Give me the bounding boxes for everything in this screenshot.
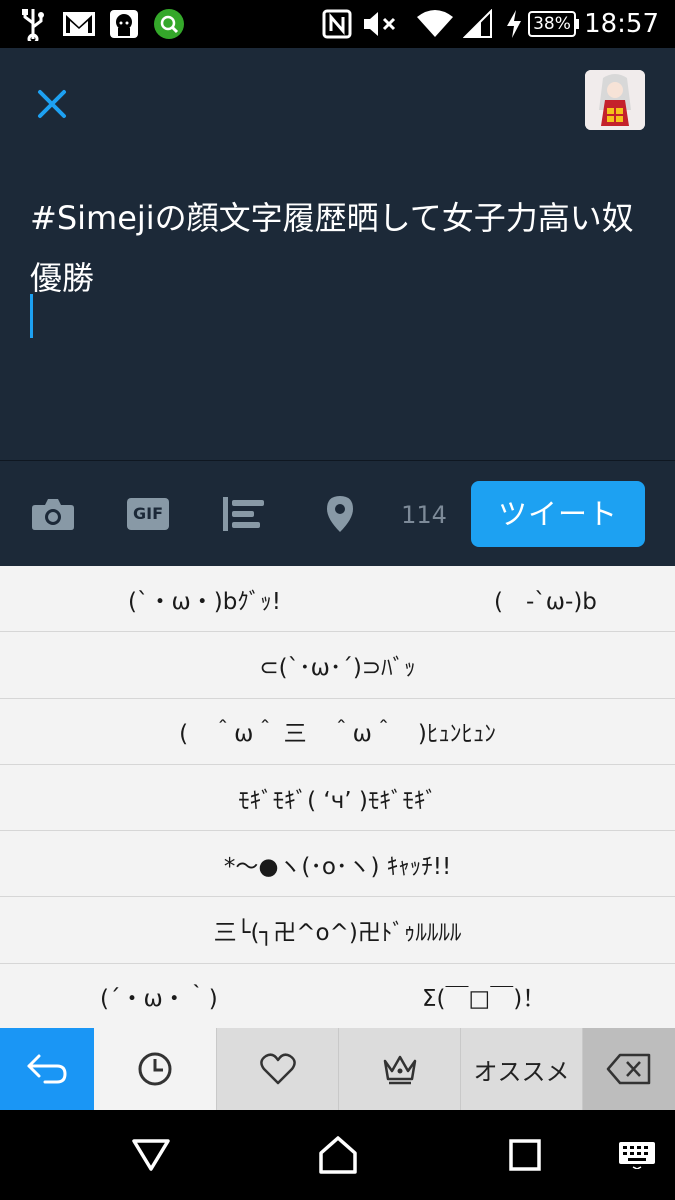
search-app-icon xyxy=(152,6,186,42)
camera-button[interactable] xyxy=(30,491,76,537)
poll-icon xyxy=(223,497,264,531)
list-item: 三└(┐卍^o^)卍ﾄﾞｩﾙﾙﾙﾙ xyxy=(0,897,675,964)
tweet-compose-area: #Simejiの顔文字履歴晒して女子力高い奴優勝 xyxy=(0,48,675,460)
tab-history[interactable] xyxy=(94,1028,216,1110)
wifi-icon xyxy=(416,6,454,42)
kaomoji-item[interactable]: *〜●ヽ(･o･ヽ) ｷｬｯﾁ!! xyxy=(224,847,451,881)
camera-icon xyxy=(32,499,74,530)
list-item: *〜●ヽ(･o･ヽ) ｷｬｯﾁ!! xyxy=(0,831,675,898)
avatar-image xyxy=(585,70,645,130)
tab-osusume[interactable]: オススメ xyxy=(460,1028,582,1110)
kaomoji-item[interactable]: (´・ω・｀) xyxy=(100,979,218,1013)
battery-percent: 38% xyxy=(533,14,571,34)
tweet-button[interactable]: ツイート xyxy=(471,481,645,547)
clock-time: 18:57 xyxy=(584,9,659,39)
backspace-button[interactable] xyxy=(582,1028,675,1110)
recents-icon xyxy=(509,1139,541,1171)
tweet-text-input[interactable]: #Simejiの顔文字履歴晒して女子力高い奴優勝 xyxy=(30,188,640,308)
keyboard-icon xyxy=(619,1142,655,1169)
home-icon xyxy=(319,1136,357,1174)
text-cursor xyxy=(30,294,33,338)
kaomoji-item[interactable]: Σ(￣□￣)！ xyxy=(422,979,545,1013)
backspace-icon xyxy=(606,1053,651,1085)
list-item: ⊂(`･ω･´)⊃ﾊﾞｯ xyxy=(0,632,675,699)
nav-keyboard-button[interactable] xyxy=(612,1130,662,1180)
avatar[interactable] xyxy=(585,70,645,130)
tab-favorites[interactable] xyxy=(216,1028,338,1110)
nav-recents-button[interactable] xyxy=(500,1130,550,1180)
location-icon xyxy=(327,496,353,532)
nav-back-button[interactable] xyxy=(126,1130,176,1180)
kaomoji-item[interactable]: ( ＾ω＾ 三 ＾ω＾ )ﾋｭﾝﾋｭﾝ xyxy=(179,714,496,748)
keyboard-back-button[interactable] xyxy=(0,1028,94,1110)
gif-label: GIF xyxy=(132,504,163,523)
nav-home-button[interactable] xyxy=(313,1130,363,1180)
kaomoji-history-list: (`・ω・)bｸﾞｯ! ( -`ω-)b ⊂(`･ω･´)⊃ﾊﾞｯ ( ＾ω＾ … xyxy=(0,566,675,1028)
mute-icon xyxy=(362,6,398,42)
app-notification-icon xyxy=(108,6,140,42)
keyboard-tab-bar: オススメ xyxy=(0,1028,675,1110)
gif-button[interactable]: GIF xyxy=(126,491,170,537)
location-button[interactable] xyxy=(322,491,358,537)
poll-button[interactable] xyxy=(222,491,266,537)
back-triangle-icon xyxy=(132,1139,170,1171)
kaomoji-item[interactable]: (`・ω・)bｸﾞｯ! xyxy=(128,582,281,616)
clock-icon xyxy=(138,1052,172,1086)
crown-icon xyxy=(383,1055,416,1085)
list-item: ( ＾ω＾ 三 ＾ω＾ )ﾋｭﾝﾋｭﾝ xyxy=(0,699,675,765)
list-item: ﾓｷﾞﾓｷﾞ( ‘ч’ )ﾓｷﾞﾓｷﾞ xyxy=(0,765,675,832)
tab-ranking[interactable] xyxy=(338,1028,460,1110)
signal-icon xyxy=(462,6,494,42)
kaomoji-item[interactable]: ⊂(`･ω･´)⊃ﾊﾞｯ xyxy=(259,648,415,682)
status-bar: 38% 18:57 xyxy=(0,0,675,48)
heart-icon xyxy=(259,1053,296,1085)
kaomoji-item[interactable]: 三└(┐卍^o^)卍ﾄﾞｩﾙﾙﾙﾙ xyxy=(214,913,462,947)
list-item: (`・ω・)bｸﾞｯ! ( -`ω-)b xyxy=(0,566,675,633)
gmail-icon xyxy=(62,6,96,42)
battery-icon: 38% xyxy=(528,6,580,42)
charging-icon xyxy=(504,6,524,42)
usb-icon xyxy=(18,6,48,42)
kaomoji-item[interactable]: ( -`ω-)b xyxy=(494,582,597,616)
close-button[interactable] xyxy=(30,82,74,126)
close-icon xyxy=(38,90,66,118)
character-count: 114 xyxy=(401,501,447,529)
kaomoji-item[interactable]: ﾓｷﾞﾓｷﾞ( ‘ч’ )ﾓｷﾞﾓｷﾞ xyxy=(238,781,437,815)
navigation-bar xyxy=(0,1110,675,1200)
nfc-icon xyxy=(322,6,352,42)
back-arrow-icon xyxy=(27,1054,67,1084)
tab-osusume-label: オススメ xyxy=(473,1057,570,1086)
compose-toolbar: GIF 114 ツイート xyxy=(0,460,675,566)
list-item: (´・ω・｀) Σ(￣□￣)！ xyxy=(0,964,675,1028)
